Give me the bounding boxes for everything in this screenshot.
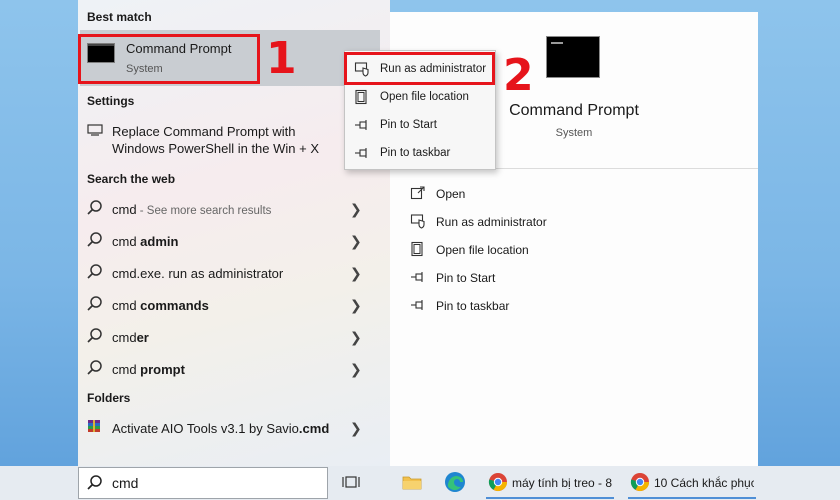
best-match-header: Best match bbox=[87, 10, 152, 24]
settings-result-line2: Windows PowerShell in the Win + X bbox=[112, 141, 320, 156]
context-menu-label: Open file location bbox=[380, 91, 469, 103]
folder-result-bold: .cmd bbox=[298, 421, 330, 436]
web-result-bold: er bbox=[136, 330, 149, 345]
search-icon bbox=[87, 328, 102, 343]
search-icon bbox=[87, 232, 102, 247]
web-result-prefix: cmd bbox=[112, 330, 137, 345]
annotation-step-1: 1 bbox=[266, 33, 297, 84]
chevron-right-icon: ❯ bbox=[350, 233, 362, 249]
search-web-header: Search the web bbox=[87, 172, 176, 186]
chrome-icon bbox=[630, 473, 649, 492]
pin-icon bbox=[355, 148, 367, 158]
winrar-icon bbox=[88, 420, 100, 432]
shield-icon bbox=[410, 214, 425, 229]
task-view-icon[interactable] bbox=[342, 473, 360, 491]
search-icon bbox=[87, 475, 102, 490]
settings-result-line1: Replace Command Prompt with bbox=[112, 124, 296, 139]
web-result-text: cmd.exe. run as administrator bbox=[112, 266, 283, 281]
app-subtitle: System bbox=[555, 127, 593, 139]
search-input-value[interactable]: cmd bbox=[112, 475, 138, 491]
pin-icon bbox=[355, 120, 367, 130]
taskbar-app-label: máy tính bị treo - 8... bbox=[512, 476, 612, 490]
search-icon bbox=[87, 264, 102, 279]
open-icon bbox=[410, 186, 425, 200]
web-result-text: cmd admin bbox=[112, 234, 178, 249]
search-icon bbox=[87, 200, 102, 215]
file-explorer-icon[interactable] bbox=[402, 473, 422, 491]
active-app-indicator bbox=[628, 497, 756, 499]
web-result-prefix: cmd.exe. run as administrator bbox=[112, 266, 284, 281]
folders-header: Folders bbox=[87, 391, 131, 405]
search-icon bbox=[87, 360, 102, 375]
search-icon bbox=[87, 296, 102, 311]
web-result-text: cmder bbox=[112, 330, 149, 345]
folder-icon bbox=[411, 241, 423, 257]
web-result-text: cmd prompt bbox=[112, 362, 185, 377]
annotation-box-1 bbox=[78, 34, 260, 84]
folder-result-text: Activate AIO Tools v3.1 by Savio.cmd bbox=[112, 421, 329, 436]
web-result-prefix: cmd bbox=[112, 362, 141, 377]
taskbar-app-label: 10 Cách khắc phục ... bbox=[654, 476, 754, 490]
pin-icon bbox=[411, 272, 423, 282]
context-menu-label: Pin to taskbar bbox=[380, 147, 451, 159]
chevron-right-icon: ❯ bbox=[350, 201, 362, 217]
annotation-step-2: 2 bbox=[503, 50, 534, 101]
edge-icon[interactable] bbox=[444, 471, 466, 493]
folder-icon bbox=[355, 89, 367, 105]
action-pin-to-taskbar-label: Pin to taskbar bbox=[436, 299, 510, 313]
monitor-icon bbox=[87, 124, 103, 136]
web-result-text: cmd commands bbox=[112, 298, 209, 313]
command-prompt-large-icon bbox=[546, 36, 600, 78]
web-result-prefix: cmd bbox=[112, 202, 137, 217]
chevron-right-icon: ❯ bbox=[350, 297, 362, 313]
pin-icon bbox=[411, 300, 423, 310]
context-menu-label: Pin to Start bbox=[380, 119, 437, 131]
web-result-bold: prompt bbox=[140, 362, 185, 377]
folder-result-prefix: Activate AIO Tools v3.1 by Savio bbox=[112, 421, 299, 436]
chevron-right-icon: ❯ bbox=[350, 265, 362, 281]
web-result-prefix: cmd bbox=[112, 234, 141, 249]
active-app-indicator bbox=[486, 497, 614, 499]
action-pin-to-start-label: Pin to Start bbox=[436, 271, 496, 285]
web-result-suffix: - See more search results bbox=[136, 205, 272, 217]
web-result-text: cmd - See more search results bbox=[112, 202, 271, 217]
action-run-as-admin-label: Run as administrator bbox=[436, 215, 547, 229]
settings-header: Settings bbox=[87, 94, 135, 108]
annotation-box-2 bbox=[344, 52, 495, 85]
web-result-prefix: cmd bbox=[112, 298, 141, 313]
action-open-file-location-label: Open file location bbox=[436, 243, 529, 257]
chevron-right-icon: ❯ bbox=[350, 420, 362, 436]
chevron-right-icon: ❯ bbox=[350, 361, 362, 377]
chrome-icon bbox=[488, 473, 507, 492]
action-open-label: Open bbox=[436, 187, 466, 201]
app-title: Command Prompt bbox=[509, 102, 639, 119]
web-result-bold: admin bbox=[140, 234, 179, 249]
chevron-right-icon: ❯ bbox=[350, 329, 362, 345]
web-result-bold: commands bbox=[140, 298, 209, 313]
